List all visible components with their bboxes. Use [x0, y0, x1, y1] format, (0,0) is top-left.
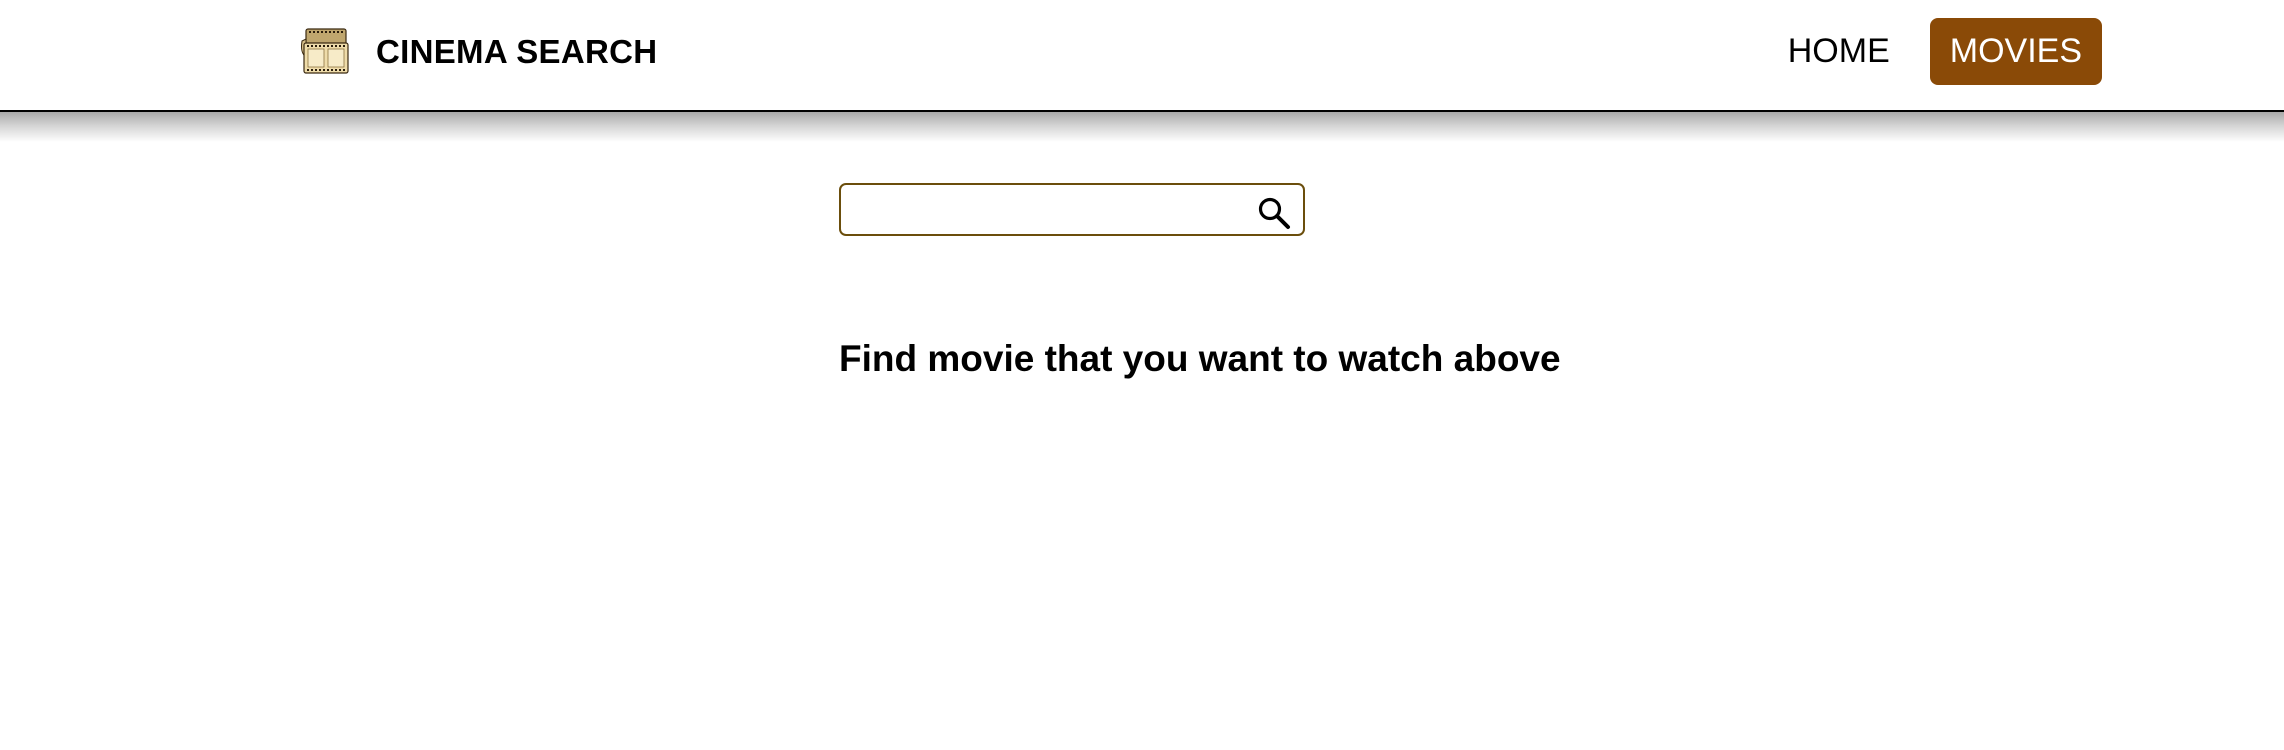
film-reel-icon [301, 28, 349, 74]
search-hint-heading: Find movie that you want to watch above [839, 338, 1561, 379]
search-icon[interactable] [1257, 196, 1291, 230]
search-box [839, 183, 1305, 236]
top-navbar: CINEMA SEARCH HOME MOVIES [0, 0, 2284, 112]
nav-home-link[interactable]: HOME [1768, 20, 1910, 83]
brand-home-link[interactable]: CINEMA SEARCH [298, 27, 657, 77]
main-nav: HOME MOVIES [1768, 18, 2102, 85]
nav-movies-link[interactable]: MOVIES [1929, 18, 2102, 85]
navbar-shadow [0, 112, 2284, 142]
search-input[interactable] [851, 191, 1245, 231]
brand-title: CINEMA SEARCH [376, 33, 658, 70]
